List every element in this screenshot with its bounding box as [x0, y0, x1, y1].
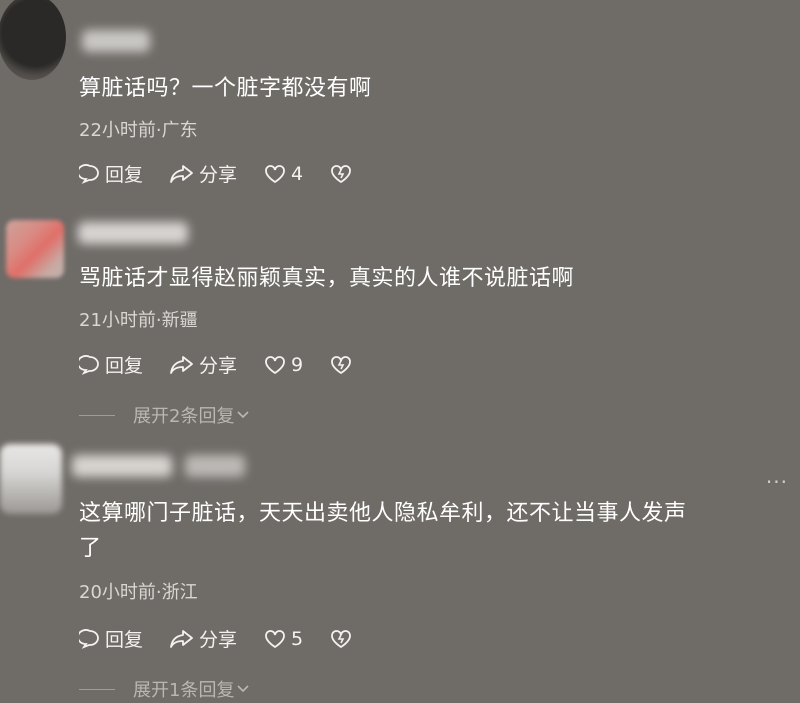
user-badge-blurred [185, 455, 245, 477]
reply-icon [79, 163, 99, 184]
reply-label: 回复 [105, 355, 144, 377]
divider-line [79, 414, 115, 416]
dislike-icon [331, 164, 352, 183]
comment-meta: 22小时前·广东 [79, 120, 198, 141]
comment-actions: 回复 分享 5 [79, 625, 383, 652]
expand-replies-label: 展开1条回复 [133, 680, 235, 701]
like-count: 9 [291, 353, 304, 376]
share-icon [170, 355, 193, 374]
dislike-button[interactable] [329, 354, 357, 376]
avatar[interactable] [0, 444, 62, 514]
username-blurred[interactable] [82, 30, 150, 52]
comment-meta: 20小时前·浙江 [79, 582, 198, 603]
comment-text-continued: 了 [79, 536, 102, 561]
reply-label: 回复 [105, 629, 144, 651]
chevron-down-icon [237, 411, 250, 419]
reply-label: 回复 [105, 164, 144, 186]
like-button[interactable]: 4 [263, 163, 303, 185]
reply-icon [79, 628, 99, 649]
like-count: 4 [291, 162, 304, 185]
like-count: 5 [291, 627, 304, 650]
username-blurred[interactable] [78, 222, 188, 244]
divider-line [79, 688, 115, 690]
reply-button[interactable]: 回复 [79, 160, 143, 187]
dislike-button[interactable] [329, 628, 357, 650]
dislike-button[interactable] [329, 163, 357, 185]
username-blurred[interactable] [72, 455, 172, 477]
comment-actions: 回复 分享 9 [79, 351, 383, 378]
comment-text: 骂脏话才显得赵丽颖真实，真实的人谁不说脏话啊 [79, 266, 575, 291]
share-label: 分享 [199, 355, 238, 377]
expand-replies-button[interactable]: 展开1条回复 [79, 676, 250, 702]
like-icon [265, 164, 285, 183]
reply-icon [79, 354, 99, 375]
reply-button[interactable]: 回复 [79, 351, 143, 378]
share-button[interactable]: 分享 [169, 625, 237, 652]
more-options-button[interactable]: ··· [766, 470, 788, 494]
like-icon [265, 355, 285, 374]
comment-text: 这算哪门子脏话，天天出卖他人隐私牟利，还不让当事人发声 [79, 501, 687, 526]
like-button[interactable]: 5 [263, 628, 303, 650]
dislike-icon [331, 629, 352, 648]
comment-actions: 回复 分享 4 [79, 160, 383, 187]
expand-replies-button[interactable]: 展开2条回复 [79, 402, 250, 428]
share-label: 分享 [199, 629, 238, 651]
share-button[interactable]: 分享 [169, 160, 237, 187]
share-icon [170, 629, 193, 648]
avatar[interactable] [0, 0, 66, 80]
chevron-down-icon [237, 685, 250, 693]
expand-replies-label: 展开2条回复 [133, 406, 235, 427]
comment-text: 算脏话吗？一个脏字都没有啊 [79, 76, 372, 101]
like-icon [265, 629, 285, 648]
like-button[interactable]: 9 [263, 354, 303, 376]
dislike-icon [331, 355, 352, 374]
comment-meta: 21小时前·新疆 [79, 310, 198, 331]
share-icon [170, 164, 193, 183]
reply-button[interactable]: 回复 [79, 625, 143, 652]
share-button[interactable]: 分享 [169, 351, 237, 378]
avatar[interactable] [6, 220, 64, 278]
share-label: 分享 [199, 164, 238, 186]
